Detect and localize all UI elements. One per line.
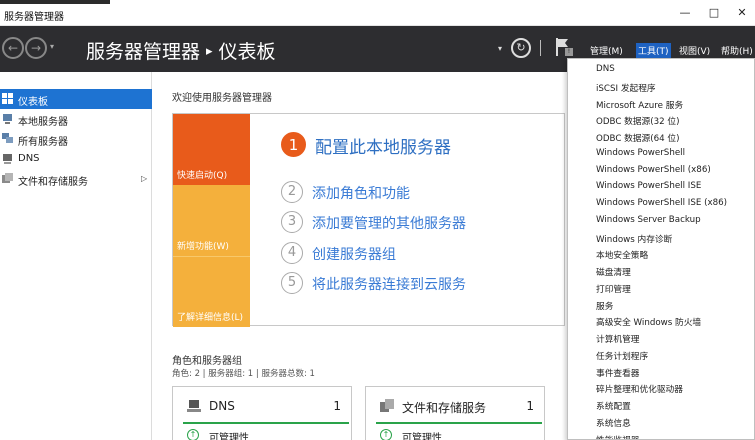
title-bar: 服务器管理器 — □ ✕ — [0, 0, 755, 26]
tools-menu-item[interactable]: 碎片整理和优化驱动器 — [596, 382, 683, 398]
step-link[interactable]: 配置此本地服务器 — [315, 133, 451, 158]
card-status[interactable]: 可管理性 — [402, 429, 442, 440]
welcome-heading: 欢迎使用服务器管理器 — [172, 93, 272, 104]
step-number: 1 — [281, 132, 306, 157]
back-button[interactable]: ← — [2, 37, 24, 59]
sidebar-item-dashboard[interactable]: 仪表板 — [0, 89, 152, 109]
step-link[interactable]: 添加角色和功能 — [312, 183, 410, 203]
breadcrumb-root: 服务器管理器 — [86, 41, 201, 63]
storage-icon — [2, 173, 13, 183]
menu-help[interactable]: 帮助(H) — [719, 43, 755, 58]
role-card-file-storage[interactable]: 文件和存储服务 1 ↑ 可管理性 — [365, 386, 545, 440]
notification-badge: ! — [565, 48, 573, 56]
tools-menu-item[interactable]: Windows 内存诊断 — [596, 232, 672, 248]
tools-menu-item[interactable]: 性能监视器 — [596, 433, 639, 440]
notifications-flag-icon[interactable]: ! — [556, 38, 573, 56]
sidebar-item-file-storage[interactable]: 文件和存储服务 ▷ — [0, 169, 152, 189]
tile-label: 新增功能(W) — [177, 242, 229, 252]
step-number: 3 — [281, 211, 303, 233]
refresh-icon[interactable]: ↻ — [511, 38, 531, 58]
tools-menu-item[interactable]: Windows PowerShell ISE — [596, 181, 701, 197]
dns-icon — [3, 154, 12, 164]
maximize-button[interactable]: □ — [705, 6, 723, 20]
server-icon — [3, 114, 12, 124]
breadcrumb: 服务器管理器 ▸ 仪表板 — [86, 37, 276, 64]
card-status-bar — [376, 422, 542, 424]
breadcrumb-page: 仪表板 — [218, 41, 276, 63]
breadcrumb-separator: ▸ — [206, 44, 213, 59]
sidebar-item-label: 文件和存储服务 — [18, 177, 88, 188]
sidebar-item-label: 本地服务器 — [18, 117, 68, 128]
tools-menu-item[interactable]: Microsoft Azure 服务 — [596, 98, 683, 114]
tools-dropdown-menu: DNS iSCSI 发起程序 Microsoft Azure 服务 ODBC 数据源(… — [567, 58, 755, 440]
flag-cloth — [558, 39, 568, 47]
card-title: DNS — [209, 399, 235, 413]
tools-menu-item[interactable]: Windows PowerShell — [596, 148, 685, 164]
menu-manage[interactable]: 管理(M) — [588, 43, 625, 58]
step-link[interactable]: 添加要管理的其他服务器 — [312, 213, 466, 233]
menu-tools[interactable]: 工具(T) — [636, 43, 671, 58]
tools-menu-item[interactable]: 本地安全策略 — [596, 248, 648, 264]
step-number: 5 — [281, 272, 303, 294]
tile-label: 快速启动(Q) — [177, 171, 228, 181]
card-count: 1 — [333, 399, 341, 413]
tools-menu-item[interactable]: DNS — [596, 64, 615, 80]
expand-arrow-icon[interactable]: ▷ — [141, 174, 147, 183]
tools-menu-item[interactable]: 服务 — [596, 299, 613, 315]
sidebar-item-label: DNS — [18, 153, 40, 164]
step-link[interactable]: 创建服务器组 — [312, 244, 396, 264]
tile-whats-new[interactable]: 新增功能(W) — [173, 185, 250, 256]
status-up-icon: ↑ — [380, 429, 392, 440]
title-strip — [0, 0, 110, 4]
tools-menu-item[interactable]: 事件查看器 — [596, 366, 639, 382]
sidebar: 仪表板 本地服务器 所有服务器 DNS 文件和存储服务 ▷ — [0, 72, 152, 440]
minimize-button[interactable]: — — [676, 6, 694, 20]
tools-menu-item[interactable]: 高级安全 Windows 防火墙 — [596, 315, 701, 331]
sidebar-item-dns[interactable]: DNS — [0, 149, 152, 169]
tile-quick-start[interactable]: 快速启动(Q) — [173, 114, 250, 185]
tools-menu-item[interactable]: Windows PowerShell (x86) — [596, 165, 711, 181]
dashboard-icon — [2, 93, 13, 104]
header-divider — [540, 40, 541, 56]
card-count: 1 — [526, 399, 534, 413]
step-number: 4 — [281, 242, 303, 264]
tools-menu-item[interactable]: ODBC 数据源(32 位) — [596, 114, 680, 130]
header-dropdown[interactable]: ▾ — [498, 44, 502, 53]
step-number: 2 — [281, 181, 303, 203]
tools-menu-item[interactable]: iSCSI 发起程序 — [596, 81, 656, 97]
tools-menu-item[interactable]: ODBC 数据源(64 位) — [596, 131, 680, 147]
servers-icon — [2, 133, 13, 143]
tile-learn-more[interactable]: 了解详细信息(L) — [173, 256, 250, 327]
sidebar-item-local-server[interactable]: 本地服务器 — [0, 109, 152, 129]
nav-history-dropdown[interactable]: ▾ — [50, 42, 54, 51]
flag-pole — [556, 38, 558, 56]
status-up-icon: ↑ — [187, 429, 199, 440]
tile-label: 了解详细信息(L) — [177, 313, 244, 323]
tools-menu-item[interactable]: Windows PowerShell ISE (x86) — [596, 198, 727, 214]
tools-menu-item[interactable]: 打印管理 — [596, 282, 631, 298]
forward-button[interactable]: → — [25, 37, 47, 59]
dns-icon — [187, 400, 201, 412]
sidebar-item-label: 所有服务器 — [18, 137, 68, 148]
card-status[interactable]: 可管理性 — [209, 429, 249, 440]
step-link[interactable]: 将此服务器连接到云服务 — [312, 274, 466, 294]
tools-menu-item[interactable]: 系统信息 — [596, 416, 631, 432]
card-status-bar — [183, 422, 349, 424]
tools-menu-item[interactable]: 系统配置 — [596, 399, 631, 415]
sidebar-item-all-servers[interactable]: 所有服务器 — [0, 129, 152, 149]
tools-menu-item[interactable]: 磁盘清理 — [596, 265, 631, 281]
menu-view[interactable]: 视图(V) — [677, 43, 712, 58]
role-card-dns[interactable]: DNS 1 ↑ 可管理性 — [172, 386, 352, 440]
roles-section-title: 角色和服务器组 — [172, 356, 242, 367]
tools-menu-item[interactable]: 任务计划程序 — [596, 349, 648, 365]
tools-menu-item[interactable]: 计算机管理 — [596, 332, 639, 348]
quick-start-panel: 快速启动(Q) 新增功能(W) 了解详细信息(L) 1 配置此本地服务器 2 添… — [172, 113, 565, 327]
card-title: 文件和存储服务 — [402, 401, 487, 415]
close-button[interactable]: ✕ — [733, 6, 751, 20]
sidebar-item-label: 仪表板 — [18, 97, 48, 108]
storage-icon — [380, 399, 394, 412]
window-title: 服务器管理器 — [4, 12, 64, 23]
tools-menu-item[interactable]: Windows Server Backup — [596, 215, 701, 231]
roles-summary: 角色: 2 | 服务器组: 1 | 服务器总数: 1 — [172, 369, 315, 379]
